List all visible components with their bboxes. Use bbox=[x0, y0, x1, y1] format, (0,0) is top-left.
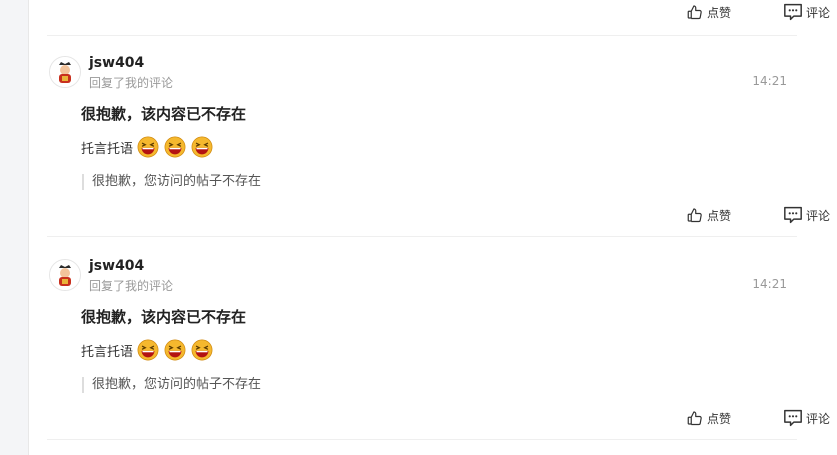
notification-actions: 点赞 评论 bbox=[686, 406, 830, 430]
comment-button[interactable]: 评论 bbox=[783, 409, 830, 427]
laughing-emoji-icon bbox=[137, 339, 159, 361]
notification-card: jsw404 回复了我的评论 14:21 很抱歉，该内容已不存在 托言托语 很抱… bbox=[47, 55, 797, 226]
comment-button[interactable]: 评论 bbox=[783, 206, 830, 224]
divider bbox=[47, 236, 797, 237]
emoji-group bbox=[137, 339, 213, 361]
reply-text: 托言托语 bbox=[81, 141, 134, 157]
fortune-character-avatar bbox=[50, 57, 80, 87]
username[interactable]: jsw404 bbox=[89, 55, 144, 71]
reply-title[interactable]: 很抱歉，该内容已不存在 bbox=[81, 103, 246, 124]
fortune-character-avatar bbox=[50, 260, 80, 290]
notification-subtitle: 回复了我的评论 bbox=[89, 76, 174, 90]
comment-button[interactable]: 评论 bbox=[783, 3, 830, 21]
avatar[interactable] bbox=[49, 259, 81, 291]
comment-label: 评论 bbox=[805, 411, 830, 426]
reply-title[interactable]: 很抱歉，该内容已不存在 bbox=[81, 306, 246, 327]
timestamp: 14:21 bbox=[752, 277, 787, 291]
reply-content: 托言托语 bbox=[81, 339, 213, 361]
comment-icon bbox=[784, 206, 802, 224]
quoted-comment[interactable]: 很抱歉，您访问的帖子不存在 bbox=[82, 174, 261, 190]
laughing-emoji-icon bbox=[191, 136, 213, 158]
thumbs-up-icon bbox=[687, 5, 702, 20]
username[interactable]: jsw404 bbox=[89, 258, 144, 274]
notification-card: jsw404 回复了我的评论 14:21 很抱歉，该内容已不存在 托言托语 很抱… bbox=[47, 258, 797, 429]
emoji-group bbox=[137, 136, 213, 158]
comment-label: 评论 bbox=[805, 208, 830, 223]
reply-content: 托言托语 bbox=[81, 136, 213, 158]
thumbs-up-icon bbox=[687, 208, 702, 223]
like-button[interactable]: 点赞 bbox=[686, 206, 731, 224]
quoted-comment[interactable]: 很抱歉，您访问的帖子不存在 bbox=[82, 377, 261, 393]
timestamp: 14:21 bbox=[752, 74, 787, 88]
like-label: 点赞 bbox=[706, 5, 731, 20]
thumbs-up-icon bbox=[687, 411, 702, 426]
divider bbox=[47, 439, 797, 440]
like-button[interactable]: 点赞 bbox=[686, 409, 731, 427]
laughing-emoji-icon bbox=[164, 136, 186, 158]
comment-icon bbox=[784, 409, 802, 427]
divider bbox=[47, 35, 797, 36]
laughing-emoji-icon bbox=[164, 339, 186, 361]
laughing-emoji-icon bbox=[137, 136, 159, 158]
notification-actions: 点赞 评论 bbox=[686, 203, 830, 227]
notification-subtitle: 回复了我的评论 bbox=[89, 279, 174, 293]
comment-icon bbox=[784, 3, 802, 21]
like-button[interactable]: 点赞 bbox=[686, 3, 731, 21]
like-label: 点赞 bbox=[706, 411, 731, 426]
laughing-emoji-icon bbox=[191, 339, 213, 361]
notifications-panel: 点赞 评论 jsw404 回复了我的评论 14:21 很抱歉，该内容已不存在 托… bbox=[28, 0, 837, 455]
avatar[interactable] bbox=[49, 56, 81, 88]
reply-text: 托言托语 bbox=[81, 344, 134, 360]
top-actions: 点赞 评论 bbox=[686, 0, 830, 24]
like-label: 点赞 bbox=[706, 208, 731, 223]
comment-label: 评论 bbox=[805, 5, 830, 20]
